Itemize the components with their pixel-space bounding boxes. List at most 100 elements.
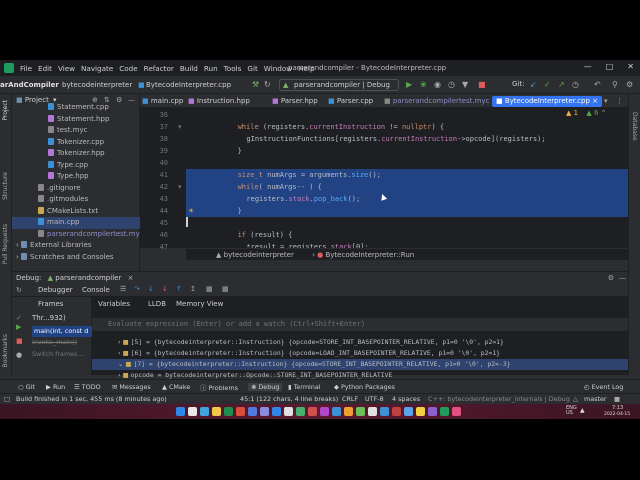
taskbar-app-icon[interactable]	[332, 407, 341, 416]
tab-instruction-hpp[interactable]: ■ Instruction.hpp	[188, 96, 250, 107]
variable-row[interactable]: › ■ [6] = {bytecodeinterpreter::Instruct…	[92, 348, 628, 359]
fold-icon[interactable]: ▾	[178, 183, 182, 191]
structure-tool-tab[interactable]: Structure	[2, 172, 9, 200]
search-everywhere-icon[interactable]: ⚲	[612, 80, 618, 89]
tab-list-chevron-icon[interactable]: ▾	[604, 96, 608, 107]
tool-run[interactable]: ▶ Run	[46, 383, 65, 391]
tool-todo[interactable]: ☰ TODO	[74, 383, 101, 391]
rollback-icon[interactable]: ↶	[594, 80, 601, 89]
tree-item[interactable]: test.myc	[12, 125, 140, 137]
breadcrumb-file[interactable]: BytecodeInterpreter.cpp	[146, 81, 231, 89]
tree-item[interactable]: .gitignore	[12, 183, 140, 195]
run-icon[interactable]: ▶	[406, 80, 412, 89]
variable-row[interactable]: ⌄ ■ [7] = {bytecodeinterpreter::Instruct…	[92, 359, 628, 370]
tab-bytecodeinterpreter-cpp[interactable]: ■ BytecodeInterpreter.cpp ×	[492, 96, 602, 107]
tool-messages[interactable]: ✉ Messages	[112, 383, 151, 391]
variable-row[interactable]: › ■ [5] = {bytecodeinterpreter::Instruct…	[92, 337, 628, 348]
taskbar-app-icon[interactable]	[452, 407, 461, 416]
history-icon[interactable]: ◷	[572, 80, 579, 89]
sync-icon[interactable]: ↻	[264, 80, 271, 89]
keyboard-language[interactable]: ENG US	[566, 406, 577, 416]
tab-parser-cpp[interactable]: ■ Parser.cpp	[328, 96, 373, 107]
taskbar-app-icon[interactable]	[296, 407, 305, 416]
code-line[interactable]: while (registers.currentInstruction != n…	[186, 121, 628, 133]
stop-icon[interactable]: ■	[478, 80, 486, 89]
rerun-icon[interactable]: ↻	[16, 283, 24, 297]
taskbar-app-icon[interactable]	[248, 407, 257, 416]
coverage-icon[interactable]: ◉	[434, 80, 441, 89]
tree-item[interactable]: Statement.hpp	[12, 114, 140, 126]
tree-item[interactable]: parserandcompilertest.myc	[12, 229, 144, 241]
taskbar-app-icon[interactable]	[272, 407, 281, 416]
evaluate-expression-input[interactable]: Evaluate expression (Enter) or add a wat…	[92, 318, 628, 331]
tool-git[interactable]: ○ Git	[18, 383, 35, 391]
tree-item[interactable]: Statement.cpp	[12, 102, 140, 114]
menu-edit[interactable]: Edit	[38, 64, 52, 73]
close-icon[interactable]: ✕	[627, 62, 634, 71]
taskbar-app-icon[interactable]	[404, 407, 413, 416]
force-step-into-icon[interactable]: ↓	[162, 285, 168, 293]
taskbar-app-icon[interactable]	[416, 407, 425, 416]
tree-item[interactable]: Tokenizer.hpp	[12, 148, 140, 160]
code-line[interactable]	[186, 157, 628, 169]
git-push-icon[interactable]: ↗	[558, 80, 565, 89]
tab-main-cpp[interactable]: ■ main.cpp	[142, 96, 183, 107]
taskbar-app-icon[interactable]	[356, 407, 365, 416]
thread-selector[interactable]: Thr...932)	[32, 314, 66, 322]
taskbar-app-icon[interactable]	[368, 407, 377, 416]
more-run-icon[interactable]: ▼	[462, 80, 468, 89]
step-out-icon[interactable]: ↑	[176, 285, 182, 293]
switch-frames-link[interactable]: Switch frames...	[32, 350, 84, 358]
tool-problems[interactable]: ⓘ Problems	[200, 383, 238, 392]
tree-item[interactable]: Tokenizer.cpp	[12, 137, 140, 149]
bookmarks-tool-tab[interactable]: Bookmarks	[2, 334, 9, 368]
tree-item[interactable]: Type.hpp	[12, 171, 140, 183]
code-line[interactable]: if (result) {	[186, 229, 628, 241]
taskbar-app-icon[interactable]	[200, 407, 209, 416]
tree-item[interactable]: main.cpp	[12, 217, 140, 229]
stop-debug-icon[interactable]: ■	[16, 337, 23, 345]
menu-view[interactable]: View	[58, 64, 75, 73]
debug-icon[interactable]: ❀	[420, 80, 427, 89]
close-session-icon[interactable]: ×	[128, 274, 134, 282]
build-hammer-icon[interactable]: ⚒	[252, 80, 259, 89]
tab-debugger[interactable]: Debugger	[38, 286, 73, 294]
show-execution-point-icon[interactable]: ☰	[120, 285, 126, 293]
menu-refactor[interactable]: Refactor	[144, 64, 174, 73]
profile-icon[interactable]: ◷	[448, 80, 455, 89]
tool-cmake[interactable]: ▲ CMake	[162, 383, 190, 391]
menu-tools[interactable]: Tools	[224, 64, 242, 73]
tab-parser-hpp[interactable]: ■ Parser.hpp	[272, 96, 318, 107]
git-update-icon[interactable]: ↙	[530, 80, 537, 89]
breadcrumb-project[interactable]: arAndCompiler	[0, 81, 59, 89]
frame-main[interactable]: main(int, const d	[32, 326, 92, 337]
breadcrumb-folder[interactable]: bytecodeinterpreter	[62, 81, 132, 89]
menu-build[interactable]: Build	[180, 64, 198, 73]
database-tool-tab[interactable]: Database	[631, 112, 638, 141]
layout-icon[interactable]: ▦	[222, 285, 229, 293]
wifi-icon[interactable]: ▲	[580, 407, 585, 414]
tree-item[interactable]: › Scratches and Consoles	[12, 252, 140, 264]
clock-time[interactable]: 7:13	[612, 405, 623, 411]
tab-console[interactable]: Console	[82, 286, 110, 294]
code-line[interactable]: registers.stack.pop_back();	[186, 193, 628, 205]
tab-options-icon[interactable]: ⋮	[616, 96, 623, 107]
taskbar-app-icon[interactable]	[320, 407, 329, 416]
git-commit-icon[interactable]: ✓	[544, 80, 551, 89]
tree-item[interactable]: .gitmodules	[12, 194, 140, 206]
step-over-icon[interactable]: ↷	[134, 285, 140, 293]
taskbar-app-icon[interactable]	[344, 407, 353, 416]
fold-icon[interactable]: ▾	[178, 123, 182, 131]
view-breakpoints-icon[interactable]: ●	[16, 351, 22, 359]
tab-lldb[interactable]: LLDB	[148, 300, 166, 308]
tab-memory-view[interactable]: Memory View	[176, 300, 223, 308]
lightbulb-icon[interactable]: ☀	[188, 207, 194, 215]
clock-date[interactable]: 2022-04-15	[604, 412, 630, 417]
code-line[interactable]: size_t numArgs = arguments.size();	[186, 169, 628, 181]
taskbar-app-icon[interactable]	[236, 407, 245, 416]
taskbar-app-icon[interactable]	[308, 407, 317, 416]
tree-item[interactable]: Type.cpp	[12, 160, 140, 172]
resume-icon[interactable]: ▶	[16, 323, 21, 331]
taskbar-app-icon[interactable]	[284, 407, 293, 416]
taskbar-app-icon[interactable]	[260, 407, 269, 416]
